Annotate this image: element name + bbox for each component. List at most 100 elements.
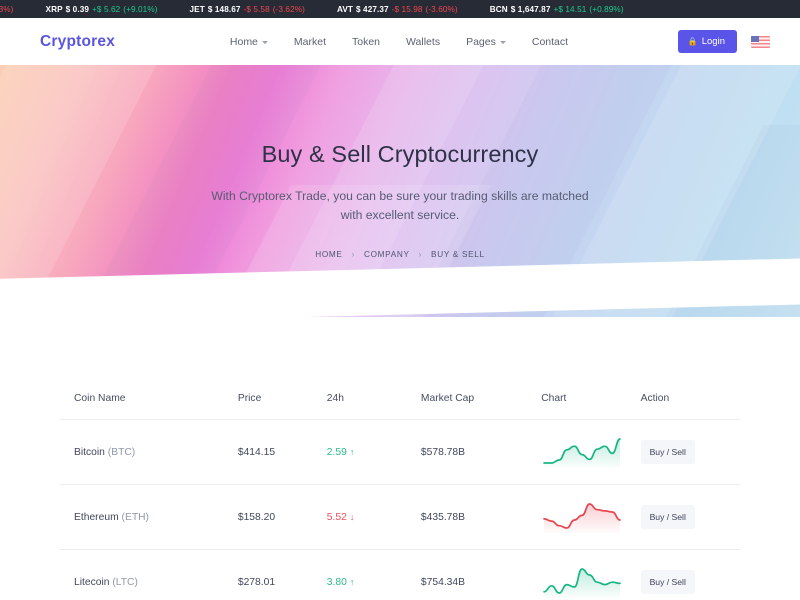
nav-item-token[interactable]: Token [352,36,380,48]
coin-name: Bitcoin [74,446,105,458]
table-row: Bitcoin (BTC) $414.15 2.59 ↑ $578.78B Buy / … [60,419,740,485]
breadcrumb-separator: › [418,249,423,259]
login-button[interactable]: 🔒 Login [677,30,737,53]
column-header-price: Price [237,393,327,420]
coin-ticker: (BTC) [107,446,136,458]
ticker-percent: 33%) [0,4,14,14]
ticker-symbol: JET [189,4,205,14]
ticker-symbol: BCN [489,4,508,14]
ticker-percent: (-3.62%) [272,4,305,14]
cell-market-cap: $578.78B [420,419,542,485]
cell-24h-change: 3.80 ↑ [326,549,421,600]
cell-market-cap: $754.34B [420,549,542,600]
column-header-market-cap: Market Cap [420,393,542,420]
page-title: Buy & Sell Cryptocurrency [261,141,539,167]
coin-name: Ethereum [74,511,119,523]
nav-item-market[interactable]: Market [294,36,326,48]
breadcrumb-item[interactable]: HOME [315,250,342,259]
coin-name: Litecoin [74,576,110,588]
ticker-item: BCN $ 1,647.87 +$ 14.51 (+0.89%) [474,5,640,14]
column-header-coin-name: Coin Name [60,393,238,420]
login-button-label: Login [701,36,725,47]
ticker-change: -$ 5.58 [243,4,270,14]
coin-market-section: Coin Name Price 24h Market Cap Chart Action B… [0,393,800,600]
table-row: Litecoin (LTC) $278.01 3.80 ↑ $754.34B Buy /… [60,549,740,600]
primary-navigation: Home Market Token Wallets Pages Contact [170,36,568,48]
chevron-down-icon [499,41,506,44]
change-value: 2.59 ↑ [326,446,355,458]
us-flag-icon[interactable] [750,35,770,48]
cell-market-cap: $435.78B [420,484,542,550]
nav-item-label: Home [229,35,258,48]
cell-coin-name: Bitcoin (BTC) [60,419,238,485]
cell-chart [541,419,641,485]
ticker-price: $ 1,647.87 [510,4,551,14]
breadcrumb-separator: › [351,249,355,259]
ticker-change: +$ 5.62 [92,4,121,14]
ticker-percent: (-3.60%) [425,4,458,14]
ticker-change: -$ 15.98 [391,4,423,14]
sparkline-chart [543,568,622,598]
coin-table-head: Coin Name Price 24h Market Cap Chart Action [60,393,740,420]
breadcrumb-item: BUY & SELL [431,249,485,259]
coin-ticker: (ETH) [121,511,149,523]
buy-sell-button[interactable]: Buy / Sell [640,440,695,464]
hero-banner: Buy & Sell Cryptocurrency With Cryptorex… [0,65,800,317]
cell-price: $414.15 [237,419,327,485]
ticker-item: 33%) [0,5,30,14]
lock-icon: 🔒 [687,36,698,46]
ticker-percent: (+0.89%) [589,4,624,14]
nav-item-contact[interactable]: Contact [532,36,568,48]
cell-action: Buy / Sell [640,419,740,485]
table-row: Ethereum (ETH) $158.20 5.52 ↓ $435.78B Buy /… [60,484,740,550]
ticker-item: JET $ 148.67 -$ 5.58 (-3.62%) [174,5,321,14]
cell-coin-name: Litecoin (LTC) [60,549,238,600]
arrow-up-icon: ↑ [349,447,355,457]
coin-table: Coin Name Price 24h Market Cap Chart Action B… [60,393,740,600]
navbar-actions: 🔒 Login [677,30,770,53]
column-header-chart: Chart [541,393,641,420]
ticker-percent: (+9.01%) [123,4,158,14]
cell-24h-change: 2.59 ↑ [326,419,421,485]
cell-chart [541,484,641,550]
cell-coin-name: Ethereum (ETH) [60,484,238,550]
coin-table-header-row: Coin Name Price 24h Market Cap Chart Action [60,393,740,420]
nav-item-pages[interactable]: Pages [466,36,506,48]
sparkline-chart [543,438,622,468]
breadcrumb: HOME › COMPANY › BUY & SELL [0,250,800,259]
ticker-track: 33%)XRP$ 0.39+$ 5.62(+9.01%)JET$ 148.67-… [0,5,640,14]
arrow-up-icon: ↑ [349,577,355,587]
ticker-item: AVT $ 427.37 -$ 15.98 (-3.60%) [321,5,474,14]
nav-item-wallets[interactable]: Wallets [406,36,440,48]
cell-24h-change: 5.52 ↓ [326,484,421,550]
cell-action: Buy / Sell [640,549,740,600]
market-ticker-bar: 33%)XRP$ 0.39+$ 5.62(+9.01%)JET$ 148.67-… [0,0,800,18]
breadcrumb-item[interactable]: COMPANY [364,250,410,259]
hero-bottom-angle [0,258,800,317]
nav-item-label: Contact [531,35,569,48]
hero-subtitle: With Cryptorex Trade, you can be sure yo… [211,189,589,223]
coin-table-body: Bitcoin (BTC) $414.15 2.59 ↑ $578.78B Buy / … [60,419,740,600]
site-logo[interactable]: Cryptorex [40,33,115,51]
coin-ticker: (LTC) [112,576,138,588]
column-header-24h: 24h [326,393,421,420]
nav-item-label: Pages [466,35,496,48]
ticker-change: +$ 14.51 [553,4,587,14]
ticker-price: $ 148.67 [207,4,241,14]
cell-chart [541,549,641,600]
buy-sell-button[interactable]: Buy / Sell [640,505,695,529]
ticker-price: $ 427.37 [356,4,389,14]
arrow-down-icon: ↓ [349,512,355,522]
nav-item-label: Market [293,35,326,48]
ticker-symbol: XRP [45,4,63,14]
buy-sell-button[interactable]: Buy / Sell [640,570,695,594]
sparkline-chart [543,503,622,533]
cell-action: Buy / Sell [640,484,740,550]
nav-item-label: Token [352,35,381,48]
nav-item-home[interactable]: Home [230,36,268,48]
chevron-down-icon [261,41,268,44]
ticker-item: XRP $ 0.39 +$ 5.62 (+9.01%) [30,5,174,14]
hero-content: Buy & Sell Cryptocurrency With Cryptorex… [0,65,800,259]
cell-price: $278.01 [237,549,327,600]
ticker-symbol: AVT [336,4,354,14]
